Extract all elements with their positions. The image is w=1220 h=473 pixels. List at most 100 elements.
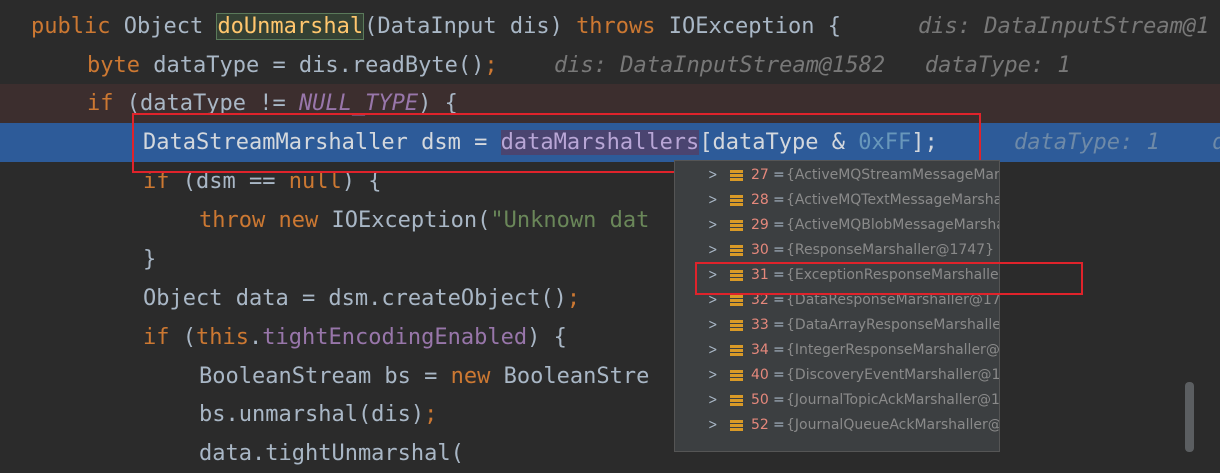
- array-value: {ExceptionResponseMarshaller@1748}: [786, 267, 999, 283]
- expand-chevron-icon[interactable]: >: [708, 413, 717, 438]
- keyword: byte: [87, 53, 154, 78]
- expand-chevron-icon[interactable]: >: [708, 338, 717, 363]
- array-value: {DataArrayResponseMarshaller@1750}: [786, 317, 1000, 333]
- code-line-10[interactable]: BooleanStream bs = new BooleanStre: [0, 357, 1220, 396]
- debugger-array-popup[interactable]: >27={ActiveMQStreamMessageMarshaller@174…: [674, 160, 1000, 452]
- array-entry-row[interactable]: >34={IntegerResponseMarshaller@1751}: [675, 338, 999, 363]
- code-text: .: [248, 325, 263, 350]
- array-entry-row[interactable]: >29={ActiveMQBlobMessageMarshaller@1746}: [675, 213, 999, 238]
- expand-chevron-icon[interactable]: >: [708, 213, 717, 238]
- code-line-3[interactable]: if (dataType != NULL_TYPE) {: [0, 84, 1220, 123]
- code-text: ) {: [527, 325, 567, 350]
- array-entry-row[interactable]: >32={DataResponseMarshaller@1749}: [675, 288, 999, 313]
- code-line-7[interactable]: }: [0, 240, 1220, 279]
- array-element-icon: [730, 345, 743, 356]
- equals-sign: =: [773, 192, 785, 208]
- inline-debug-hint: dis: DataInputStream@1: [918, 14, 1210, 39]
- popup-scrollbar[interactable]: [1185, 382, 1194, 452]
- code-line-12[interactable]: data.tightUnmarshal(: [0, 434, 1220, 473]
- array-element-icon: [730, 370, 743, 381]
- expand-chevron-icon[interactable]: >: [708, 388, 717, 413]
- code-line-1[interactable]: public Object doUnmarshal(DataInput dis)…: [0, 7, 1220, 46]
- code-editor[interactable]: public Object doUnmarshal(DataInput dis)…: [0, 0, 1220, 466]
- expand-chevron-icon[interactable]: >: [708, 238, 717, 263]
- array-element-icon: [730, 245, 743, 256]
- code-line-4-current-execution[interactable]: DataStreamMarshaller dsm = dataMarshalle…: [0, 123, 1220, 162]
- code-line-2[interactable]: byte dataType = dis.readByte(); dis: Data…: [0, 46, 1220, 85]
- keyword: null: [288, 169, 342, 194]
- code-line-5[interactable]: if (dsm == null) {: [0, 162, 1220, 201]
- code-text: data.tightUnmarshal(: [199, 441, 464, 466]
- expand-chevron-icon[interactable]: >: [708, 263, 717, 288]
- array-entry-row[interactable]: >52={JournalQueueAckMarshaller@1754}: [675, 413, 999, 438]
- equals-sign: =: [773, 267, 785, 283]
- expand-chevron-icon[interactable]: >: [708, 163, 717, 188]
- array-element-icon: [730, 170, 743, 181]
- equals-sign: =: [773, 317, 785, 333]
- array-element-icon: [730, 195, 743, 206]
- array-value: {ActiveMQStreamMessageMarshaller@1744}: [786, 167, 1000, 183]
- expand-chevron-icon[interactable]: >: [708, 363, 717, 388]
- array-value: {ResponseMarshaller@1747}: [786, 242, 994, 258]
- array-entry-row[interactable]: >50={JournalTopicAckMarshaller@1753}: [675, 388, 999, 413]
- array-entry-row[interactable]: >28={ActiveMQTextMessageMarshaller@1745}: [675, 188, 999, 213]
- keyword: public: [31, 14, 124, 39]
- array-element-icon: [730, 270, 743, 281]
- array-element-icon: [730, 220, 743, 231]
- array-index: 34: [751, 342, 769, 358]
- array-index: 28: [751, 192, 769, 208]
- code-text: ];: [911, 130, 938, 155]
- code-line-8[interactable]: Object data = dsm.createObject();: [0, 279, 1220, 318]
- array-index: 40: [751, 367, 769, 383]
- array-entry-row[interactable]: >30 = {ResponseMarshaller@1747}: [675, 238, 999, 263]
- code-text: dataType = dis.readByte(): [153, 53, 485, 78]
- code-text: ) {: [418, 91, 458, 116]
- array-entry-row[interactable]: >33={DataArrayResponseMarshaller@1750}: [675, 313, 999, 338]
- equals-sign: =: [773, 392, 785, 408]
- code-line-11[interactable]: bs.unmarshal(dis);: [0, 395, 1220, 434]
- array-element-icon: [730, 420, 743, 431]
- expand-chevron-icon[interactable]: >: [708, 313, 717, 338]
- array-element-icon: [730, 295, 743, 306]
- inline-debug-hint-overflow: d: [1212, 123, 1220, 162]
- code-text: (dsm ==: [182, 169, 289, 194]
- code-text: (: [182, 325, 196, 350]
- code-text: BooleanStream bs =: [199, 364, 451, 389]
- array-index: 31: [751, 267, 769, 283]
- code-line-9[interactable]: if (this.tightEncodingEnabled) {: [0, 318, 1220, 357]
- array-index: 52: [751, 417, 769, 433]
- array-element-icon: [730, 320, 743, 331]
- expand-chevron-icon[interactable]: >: [708, 188, 717, 213]
- field-name: tightEncodingEnabled: [262, 325, 528, 350]
- code-text: [dataType &: [699, 130, 859, 155]
- code-text: DataStreamMarshaller dsm =: [143, 130, 501, 155]
- equals-sign: =: [773, 417, 785, 433]
- keyword: this: [196, 325, 249, 350]
- equals-sign: =: [773, 167, 785, 183]
- keyword: new: [450, 364, 504, 389]
- array-value: {ActiveMQTextMessageMarshaller@1745}: [786, 192, 1000, 208]
- array-entry-row[interactable]: >27={ActiveMQStreamMessageMarshaller@174…: [675, 163, 999, 188]
- field-name: dataMarshallers: [500, 130, 700, 155]
- array-index: 50: [751, 392, 769, 408]
- code-line-6[interactable]: throw new IOException("Unknown dat: [0, 201, 1220, 240]
- array-value: {DataResponseMarshaller@1749}: [786, 292, 1000, 308]
- string-literal: "Unknown dat: [490, 208, 650, 233]
- code-text: BooleanStre: [503, 364, 650, 389]
- array-index: 32: [751, 292, 769, 308]
- keyword: throw new: [199, 208, 332, 233]
- number-literal: 0xFF: [858, 130, 912, 155]
- inline-debug-hint: dataType: 1: [1014, 130, 1160, 155]
- code-text: Object: [123, 14, 217, 39]
- expand-chevron-icon[interactable]: >: [708, 288, 717, 313]
- keyword: if: [143, 169, 183, 194]
- array-entry-row[interactable]: >31={ExceptionResponseMarshaller@1748}: [675, 263, 999, 288]
- code-text: IOException {: [668, 14, 841, 39]
- array-index: 33: [751, 317, 769, 333]
- array-entry-row[interactable]: >40={DiscoveryEventMarshaller@1752}: [675, 363, 999, 388]
- equals-sign: =: [773, 242, 785, 258]
- array-value: {JournalQueueAckMarshaller@1754}: [786, 417, 999, 433]
- array-index: 27: [751, 167, 769, 183]
- array-value: {ActiveMQBlobMessageMarshaller@1746}: [786, 217, 999, 233]
- equals-sign: =: [773, 342, 785, 358]
